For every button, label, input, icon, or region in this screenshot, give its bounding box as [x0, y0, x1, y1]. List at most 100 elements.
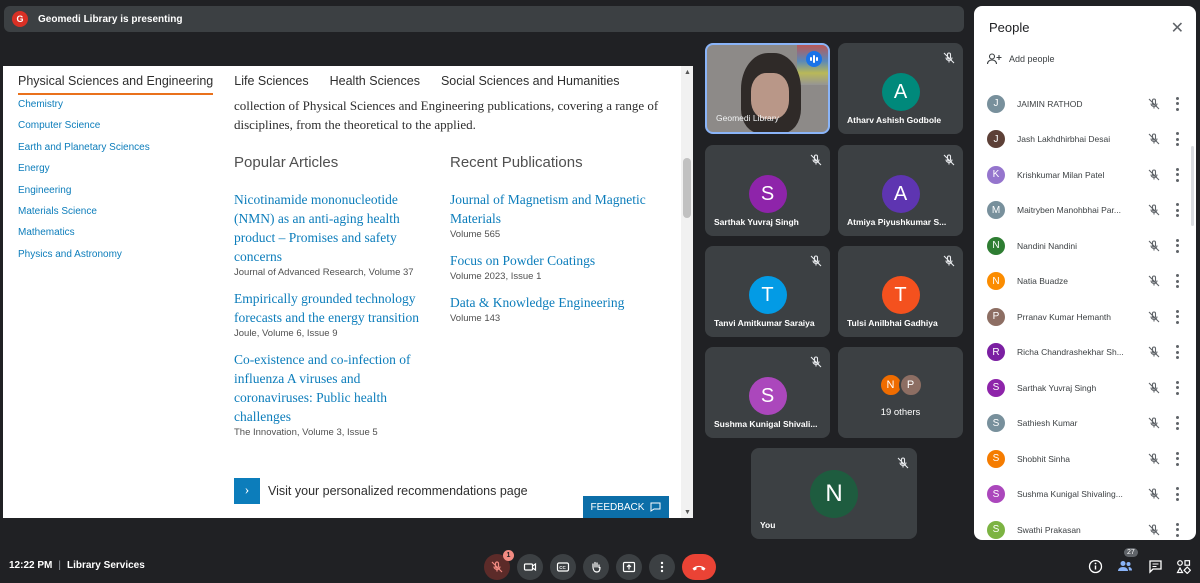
more-vert-icon[interactable] — [1175, 132, 1179, 147]
tile-participant[interactable]: S Sushma Kunigal Shivali... — [705, 347, 830, 438]
subject-link[interactable]: Chemistry — [18, 99, 150, 121]
more-vert-icon[interactable] — [1175, 380, 1179, 395]
captions-button[interactable]: CC — [550, 554, 576, 580]
mic-off-icon[interactable] — [1147, 487, 1161, 501]
participant-row[interactable]: P Prranav Kumar Hemanth — [987, 299, 1187, 335]
publication-title-link[interactable]: Data & Knowledge Engineering — [450, 293, 650, 312]
subject-link[interactable]: Computer Science — [18, 121, 150, 142]
tile-presenter-video[interactable]: Geomedi Library — [705, 43, 830, 134]
more-vert-icon[interactable] — [1175, 487, 1179, 502]
chat-button[interactable] — [1146, 557, 1164, 575]
participant-row[interactable]: S Sathiesh Kumar — [987, 406, 1187, 442]
recent-publications-list: Journal of Magnetism and Magnetic Materi… — [450, 190, 650, 335]
subject-link[interactable]: Materials Science — [18, 206, 150, 228]
tab-social-sciences[interactable]: Social Sciences and Humanities — [441, 74, 620, 95]
more-vert-icon[interactable] — [1175, 451, 1179, 466]
publication-title-link[interactable]: Focus on Powder Coatings — [450, 251, 650, 270]
more-vert-icon[interactable] — [1175, 345, 1179, 360]
participant-row[interactable]: R Richa Chandrashekhar Sh... — [987, 335, 1187, 371]
add-people-button[interactable]: Add people — [987, 53, 1055, 65]
more-vert-icon[interactable] — [1175, 96, 1179, 111]
mic-off-icon[interactable] — [1147, 381, 1161, 395]
more-options-button[interactable] — [649, 554, 675, 580]
participant-row[interactable]: M Maitryben Manohbhai Par... — [987, 193, 1187, 229]
participant-row[interactable]: S Shobhit Sinha — [987, 441, 1187, 477]
chevron-right-icon[interactable]: › — [234, 478, 260, 504]
subject-link[interactable]: Mathematics — [18, 228, 150, 249]
notification-badge: 1 — [503, 550, 514, 561]
more-vert-icon[interactable] — [1175, 522, 1179, 537]
microphone-button[interactable]: 1 — [484, 550, 514, 580]
tile-others[interactable]: N P 19 others — [838, 347, 963, 438]
tab-life-sciences[interactable]: Life Sciences — [234, 74, 308, 95]
clock-time: 12:22 PM — [9, 560, 53, 571]
mic-off-icon[interactable] — [1147, 274, 1161, 288]
tile-participant[interactable]: S Sarthak Yuvraj Singh — [705, 145, 830, 236]
participant-row[interactable]: J JAIMIN RATHOD — [987, 86, 1187, 122]
self-avatar: N — [810, 470, 858, 518]
mic-off-icon — [491, 561, 503, 573]
tile-participant[interactable]: A Atmiya Piyushkumar S... — [838, 145, 963, 236]
publication-title-link[interactable]: Journal of Magnetism and Magnetic Materi… — [450, 190, 650, 228]
more-vert-icon[interactable] — [1175, 238, 1179, 253]
mic-off-icon[interactable] — [1147, 239, 1161, 253]
camera-button[interactable] — [517, 554, 543, 580]
tile-name: Tanvi Amitkumar Saraiya — [714, 318, 815, 328]
mic-off-icon[interactable] — [1147, 132, 1161, 146]
recommendations-text[interactable]: Visit your personalized recommendations … — [268, 484, 528, 498]
article-title-link[interactable]: Nicotinamide mononucleotide (NMN) as an … — [234, 190, 434, 266]
participant-row[interactable]: N Nandini Nandini — [987, 228, 1187, 264]
close-icon[interactable]: ✕ — [1171, 18, 1184, 38]
mic-off-icon[interactable] — [1147, 523, 1161, 537]
tab-health-sciences[interactable]: Health Sciences — [330, 74, 420, 95]
more-vert-icon[interactable] — [1175, 167, 1179, 182]
more-vert-icon[interactable] — [1175, 274, 1179, 289]
recommendations-link[interactable]: › Visit your personalized recommendation… — [234, 478, 528, 504]
article-title-link[interactable]: Co-existence and co-infection of influen… — [234, 350, 434, 426]
participant-row[interactable]: S Swathi Prakasan — [987, 512, 1187, 540]
scroll-down-arrow-icon[interactable]: ▼ — [684, 508, 691, 516]
subject-link[interactable]: Engineering — [18, 185, 150, 207]
participant-row[interactable]: N Natia Buadze — [987, 264, 1187, 300]
scroll-thumb[interactable] — [683, 158, 691, 218]
tile-participant[interactable]: T Tulsi Anilbhai Gadhiya — [838, 246, 963, 337]
subject-link[interactable]: Earth and Planetary Sciences — [18, 142, 150, 164]
participant-name: Sathiesh Kumar — [1017, 418, 1078, 429]
mic-off-icon[interactable] — [1147, 168, 1161, 182]
tile-name: You — [760, 520, 776, 530]
mic-off-icon[interactable] — [1147, 310, 1161, 324]
more-vert-icon[interactable] — [1175, 309, 1179, 324]
popular-articles-heading: Popular Articles — [234, 154, 339, 171]
mic-off-icon[interactable] — [1147, 97, 1161, 111]
mic-off-icon[interactable] — [1147, 416, 1161, 430]
article-title-link[interactable]: Empirically grounded technology forecast… — [234, 289, 434, 327]
mic-off-icon[interactable] — [1147, 452, 1161, 466]
subject-link[interactable]: Energy — [18, 164, 150, 185]
people-scrollbar[interactable] — [1191, 146, 1194, 226]
more-vert-icon[interactable] — [1175, 203, 1179, 218]
tile-participant[interactable]: T Tanvi Amitkumar Saraiya — [705, 246, 830, 337]
tile-self[interactable]: N You — [751, 448, 917, 539]
participant-row[interactable]: S Sushma Kunigal Shivaling... — [987, 477, 1187, 513]
present-screen-button[interactable] — [616, 554, 642, 580]
tile-participant[interactable]: A Atharv Ashish Godbole — [838, 43, 963, 134]
feedback-button[interactable]: FEEDBACK — [583, 496, 669, 518]
mic-off-icon[interactable] — [1147, 345, 1161, 359]
participant-avatar: A — [881, 175, 920, 213]
more-vert-icon[interactable] — [1175, 416, 1179, 431]
participant-row[interactable]: J Jash Lakhdhirbhai Desai — [987, 122, 1187, 158]
mic-off-icon[interactable] — [1147, 203, 1161, 217]
tab-physical-sciences[interactable]: Physical Sciences and Engineering — [18, 74, 214, 95]
people-button[interactable] — [1116, 557, 1134, 575]
scroll-up-arrow-icon[interactable]: ▲ — [684, 68, 691, 76]
meeting-details-button[interactable] — [1086, 557, 1104, 575]
leave-call-button[interactable] — [682, 554, 716, 580]
mic-off-icon — [943, 52, 955, 64]
participant-row[interactable]: K Krishkumar Milan Patel — [987, 157, 1187, 193]
page-scrollbar[interactable]: ▲ ▼ — [681, 66, 693, 518]
video-camera-icon — [523, 562, 537, 572]
raise-hand-button[interactable] — [583, 554, 609, 580]
subject-link[interactable]: Physics and Astronomy — [18, 249, 150, 271]
participant-row[interactable]: S Sarthak Yuvraj Singh — [987, 370, 1187, 406]
activities-button[interactable] — [1174, 557, 1192, 575]
